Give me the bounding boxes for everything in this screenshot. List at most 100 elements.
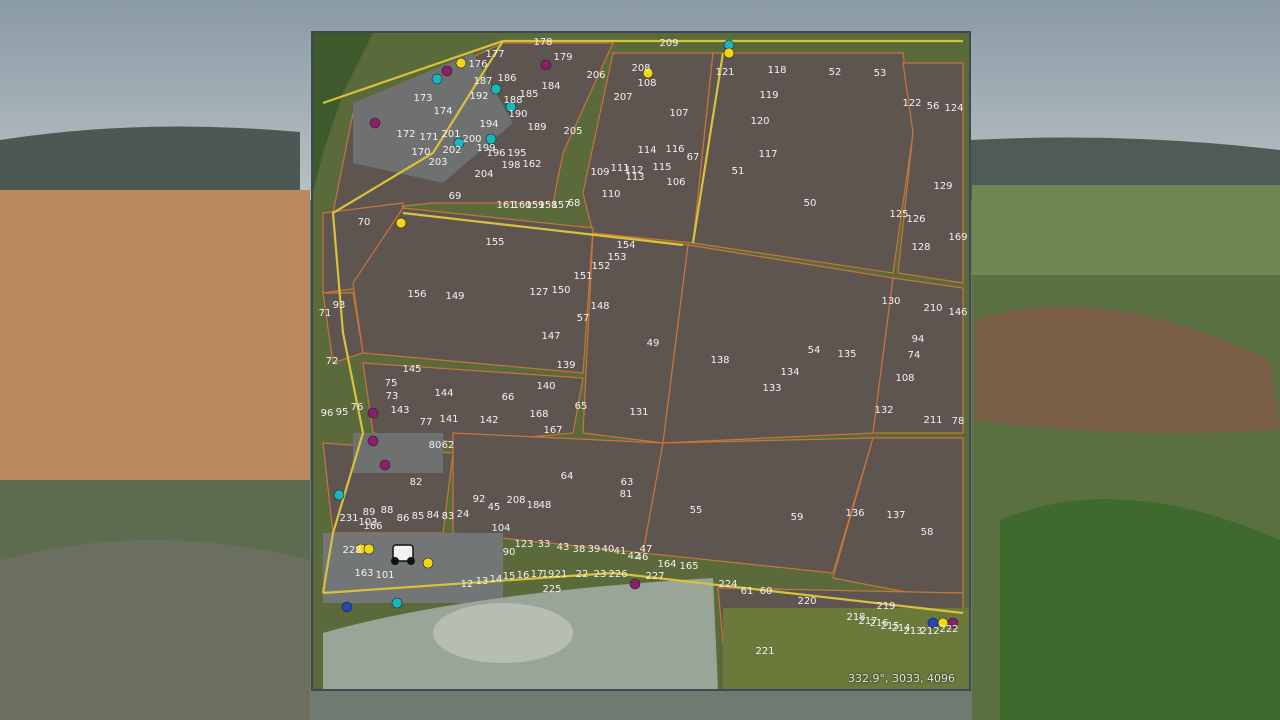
field-number-label: 138 [710, 355, 729, 366]
field-number-label: 33 [538, 539, 551, 550]
field-number-label: 107 [669, 108, 688, 119]
field-number-label: 167 [543, 425, 562, 436]
field-number-label: 52 [829, 67, 842, 78]
field-number-label: 142 [479, 415, 498, 426]
map-marker-icon [441, 65, 453, 77]
field-number-label: 48 [539, 500, 552, 511]
field-number-label: 70 [358, 217, 371, 228]
field-number-label: 139 [556, 360, 575, 371]
field-number-label: 63 [621, 477, 634, 488]
field-number-label: 174 [433, 106, 452, 117]
field-number-label: 104 [491, 523, 510, 534]
field-number-label: 47 [640, 544, 653, 555]
field-number-label: 95 [336, 407, 349, 418]
field-number-label: 55 [690, 505, 703, 516]
field-number-label: 67 [687, 152, 700, 163]
field-number-label: 24 [457, 509, 470, 520]
field-number-label: 219 [876, 601, 895, 612]
field-number-label: 49 [647, 338, 660, 349]
field-number-label: 141 [439, 414, 458, 425]
field-number-label: 210 [923, 303, 942, 314]
village-area [323, 533, 503, 603]
map-marker-icon [422, 557, 434, 569]
field-number-label: 207 [613, 92, 632, 103]
field-number-label: 71 [319, 308, 332, 319]
field-number-label: 96 [321, 408, 334, 419]
field-number-label: 15 [503, 571, 516, 582]
coordinate-readout: 332.9°, 3033, 4096 [848, 672, 955, 685]
field-number-label: 13 [476, 576, 489, 587]
field-number-label: 154 [616, 240, 635, 251]
field-number-label: 69 [449, 191, 462, 202]
field-number-label: 225 [542, 584, 561, 595]
field-number-label: 145 [402, 364, 421, 375]
field-number-label: 155 [485, 237, 504, 248]
field-number-label: 85 [412, 511, 425, 522]
field-number-label: 77 [420, 417, 433, 428]
field-number-label: 203 [428, 157, 447, 168]
field-number-label: 65 [575, 401, 588, 412]
field-number-label: 129 [933, 181, 952, 192]
field-number-label: 106 [666, 177, 685, 188]
map-marker-icon [379, 459, 391, 471]
field-number-label: 114 [637, 145, 656, 156]
field-number-label: 108 [637, 78, 656, 89]
field-area [692, 52, 914, 274]
field-number-label: 86 [397, 513, 410, 524]
field-number-label: 45 [488, 502, 501, 513]
field-number-label: 208 [506, 495, 525, 506]
field-area [662, 244, 894, 444]
field-number-label: 101 [375, 570, 394, 581]
map-marker-icon [369, 117, 381, 129]
field-number-label: 135 [837, 349, 856, 360]
field-number-label: 56 [927, 101, 940, 112]
field-number-label: 41 [614, 546, 627, 557]
field-number-label: 228 [342, 545, 361, 556]
field-number-label: 201 [441, 129, 460, 140]
field-number-label: 84 [427, 510, 440, 521]
field-number-label: 146 [948, 307, 967, 318]
field-number-label: 57 [577, 313, 590, 324]
field-number-label: 68 [568, 198, 581, 209]
field-number-label: 179 [553, 52, 572, 63]
field-number-label: 40 [602, 544, 615, 555]
map-marker-icon [367, 407, 379, 419]
field-number-label: 64 [561, 471, 574, 482]
map-marker-icon [723, 47, 735, 59]
field-number-label: 12 [461, 579, 474, 590]
field-number-label: 76 [351, 402, 364, 413]
field-number-label: 131 [629, 407, 648, 418]
map-marker-icon [395, 217, 407, 229]
field-number-label: 164 [657, 559, 676, 570]
field-number-label: 198 [501, 160, 520, 171]
field-number-label: 151 [573, 271, 592, 282]
field-number-label: 168 [529, 409, 548, 420]
field-number-label: 220 [797, 596, 816, 607]
field-number-label: 126 [906, 214, 925, 225]
field-number-label: 192 [469, 91, 488, 102]
field-number-label: 143 [390, 405, 409, 416]
map-marker-icon [363, 543, 375, 555]
minimap-panel[interactable]: 178 209 177 179 176 206 208 108 121 118 52 53 187 186… [311, 31, 971, 691]
farm-map[interactable]: 178 209177 179176206208108121 118 52 53187 186… [313, 33, 969, 689]
field-number-label: 221 [755, 646, 774, 657]
field-number-label: 172 [396, 129, 415, 140]
field-number-label: 206 [586, 70, 605, 81]
field-number-label: 43 [557, 542, 570, 553]
field-number-label: 62 [442, 440, 455, 451]
field-number-label: 117 [758, 149, 777, 160]
field-number-label: 51 [732, 166, 745, 177]
field-number-label: 148 [590, 301, 609, 312]
field-number-label: 123 [514, 539, 533, 550]
field-number-label: 173 [413, 93, 432, 104]
field-number-label: 134 [780, 367, 799, 378]
field-number-label: 90 [503, 547, 516, 558]
field-number-label: 140 [536, 381, 555, 392]
field-number-label: 116 [665, 144, 684, 155]
field-number-label: 211 [923, 415, 942, 426]
field-number-label: 59 [791, 512, 804, 523]
field-number-label: 127 [529, 287, 548, 298]
field-number-label: 83 [442, 511, 455, 522]
field-number-label: 185 [519, 89, 538, 100]
field-number-label: 144 [434, 388, 453, 399]
